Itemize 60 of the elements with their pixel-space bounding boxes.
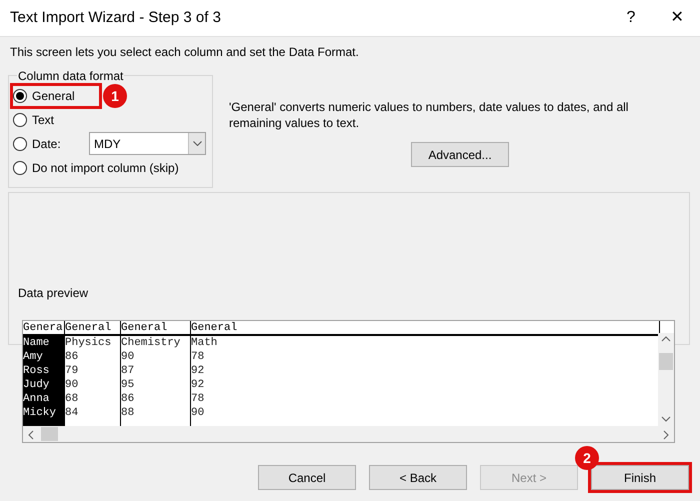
radio-button[interactable] xyxy=(13,113,27,127)
scroll-thumb[interactable] xyxy=(659,353,673,370)
preview-column[interactable]: General Chemistry 90 87 95 86 88 xyxy=(121,321,191,426)
preview-cell-text: Ross xyxy=(23,364,50,378)
column-header[interactable]: General xyxy=(191,321,659,336)
dialog-button[interactable]: Finish xyxy=(591,465,689,490)
column-header[interactable]: General xyxy=(65,321,120,336)
preview-column[interactable]: Genera Name Amy Ross Judy Anna Micky xyxy=(23,321,65,426)
advanced-button[interactable]: Advanced... xyxy=(411,142,509,167)
dialog-button[interactable]: Cancel xyxy=(258,465,356,490)
chevron-down-icon[interactable] xyxy=(188,133,205,154)
preview-cell-text: Name xyxy=(23,336,50,350)
help-button[interactable]: ? xyxy=(608,0,654,36)
dialog-button[interactable]: < Back xyxy=(369,465,467,490)
radio-label[interactable]: Text xyxy=(32,111,54,129)
preview-cell-text: 90 xyxy=(121,350,136,364)
radio-button[interactable] xyxy=(13,137,27,151)
date-format-dropdown[interactable]: MDY xyxy=(89,132,206,155)
preview-cell-text: 90 xyxy=(191,406,206,420)
close-button[interactable]: ✕ xyxy=(654,0,700,36)
scroll-down-icon[interactable] xyxy=(661,416,671,422)
scroll-up-icon[interactable] xyxy=(661,335,671,343)
preview-cell-text: 79 xyxy=(65,364,80,378)
preview-cell-text: Anna xyxy=(23,392,50,406)
preview-cell-text: 68 xyxy=(65,392,80,406)
radio-button[interactable] xyxy=(13,89,27,103)
scroll-right-icon[interactable] xyxy=(663,430,669,440)
step-callout: 2 xyxy=(575,446,599,470)
preview-cell-text: 92 xyxy=(191,364,206,378)
preview-cell-text: Physics xyxy=(65,336,112,350)
scroll-left-icon[interactable] xyxy=(28,430,34,440)
preview-cell-text: 92 xyxy=(191,378,206,392)
scroll-thumb[interactable] xyxy=(41,427,58,441)
preview-cell-text: 84 xyxy=(65,406,80,420)
radio-button[interactable] xyxy=(13,161,27,175)
horizontal-scrollbar[interactable] xyxy=(23,426,674,442)
preview-cell-text: 88 xyxy=(121,406,136,420)
column-header[interactable]: General xyxy=(121,321,190,336)
preview-cell-text: 78 xyxy=(191,350,206,364)
window-title: Text Import Wizard - Step 3 of 3 xyxy=(10,8,222,28)
description-text: This screen lets you select each column and set the Data Format. xyxy=(10,45,359,59)
preview-cell-text: 78 xyxy=(191,392,206,406)
step-callout: 1 xyxy=(103,84,127,108)
preview-column[interactable]: General Physics 86 79 90 68 84 xyxy=(65,321,121,426)
preview-cell-text: Math xyxy=(191,336,218,350)
vertical-scrollbar[interactable] xyxy=(658,333,674,426)
preview-cell-text: 90 xyxy=(65,378,80,392)
info-text: 'General' converts numeric values to numbers, date values to dates, and all remaining values to text. xyxy=(229,99,630,131)
preview-cell-text: Chemistry xyxy=(121,336,182,350)
column-header[interactable]: Genera xyxy=(23,321,64,336)
preview-cell-text: Judy xyxy=(23,378,50,392)
preview-cell-text: Amy xyxy=(23,350,44,364)
radio-label[interactable]: Do not import column (skip) xyxy=(32,159,179,177)
radio-label[interactable]: General xyxy=(32,87,75,105)
preview-cell-text: Micky xyxy=(23,406,58,420)
preview-cell-text: 86 xyxy=(65,350,80,364)
preview-cell-text: 86 xyxy=(121,392,136,406)
radio-label[interactable]: Date: xyxy=(32,135,61,153)
preview-cell-text: 95 xyxy=(121,378,136,392)
preview-cell-text: 87 xyxy=(121,364,136,378)
